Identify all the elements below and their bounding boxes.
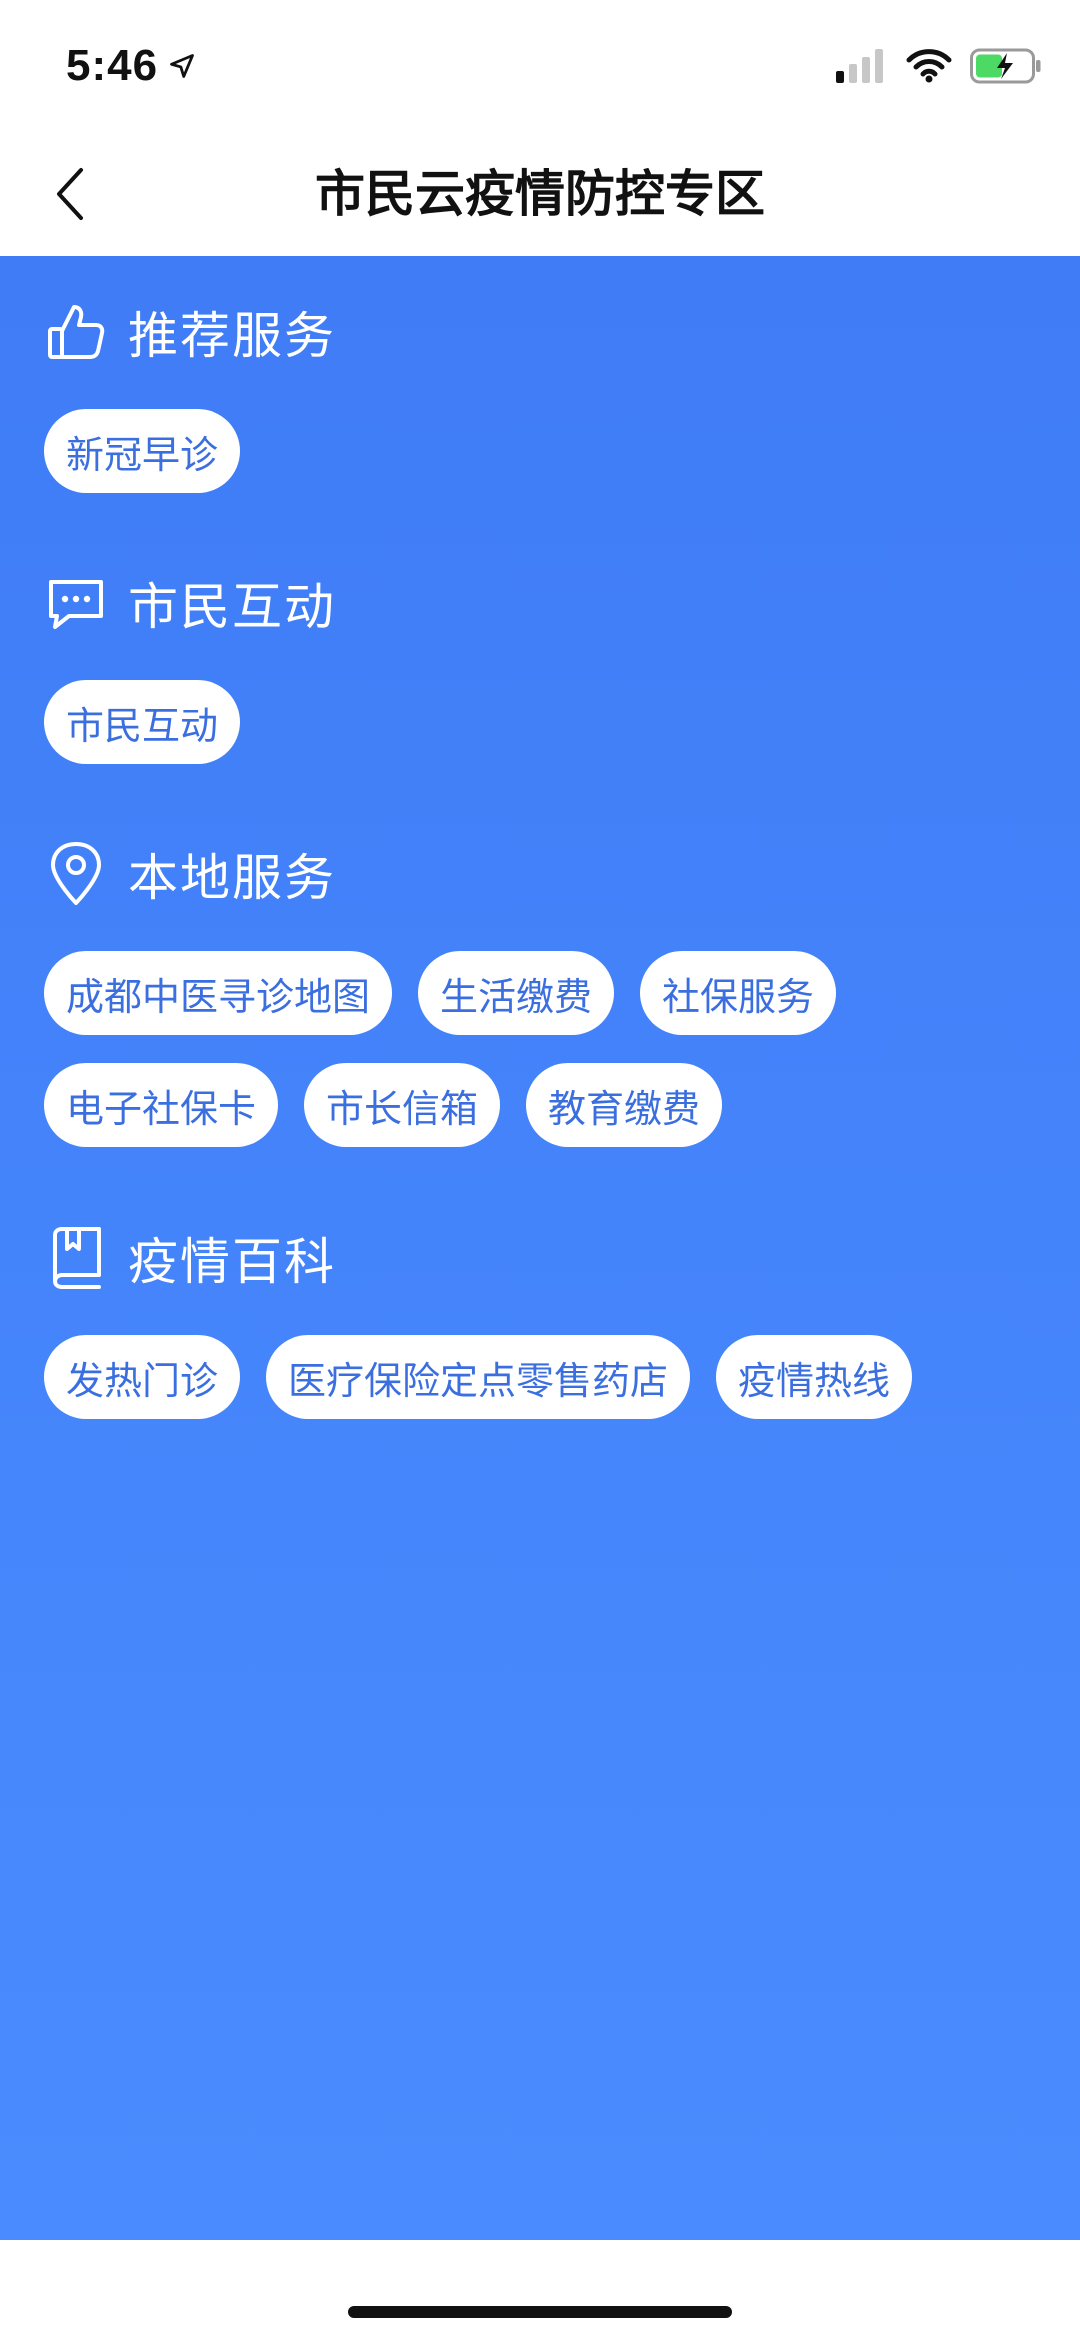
section-header: 本地服务 [44, 834, 1040, 914]
thumbs-up-icon [44, 300, 108, 364]
nav-bar: 市民云疫情防控专区 [0, 132, 1080, 256]
chip-e-social-security-card[interactable]: 电子社保卡 [44, 1063, 279, 1147]
section-local-services: 本地服务 成都中医寻诊地图 生活缴费 社保服务 电子社保卡 市长信箱 教育缴费 [44, 834, 1040, 1175]
home-indicator[interactable] [348, 2306, 732, 2318]
section-epidemic-encyclopedia: 疫情百科 发热门诊 医疗保险定点零售药店 疫情热线 [44, 1218, 1040, 1447]
chip-citizen-interaction[interactable]: 市民互动 [44, 680, 241, 764]
chat-bubble-icon [44, 571, 108, 635]
chip-list: 新冠早诊 [44, 409, 1040, 521]
chip-utility-payment[interactable]: 生活缴费 [418, 951, 615, 1035]
status-time-group: 5:46 [66, 38, 196, 94]
section-title: 疫情百科 [128, 1233, 336, 1291]
chip-early-diagnosis[interactable]: 新冠早诊 [44, 409, 241, 493]
section-header: 市民互动 [44, 563, 1040, 643]
section-title: 推荐服务 [128, 307, 336, 365]
chip-list: 成都中医寻诊地图 生活缴费 社保服务 电子社保卡 市长信箱 教育缴费 [44, 951, 1040, 1175]
wifi-icon [906, 49, 952, 83]
location-pin-icon [44, 842, 108, 906]
chip-fever-clinic[interactable]: 发热门诊 [44, 1335, 241, 1419]
battery-charging-icon [970, 48, 1041, 84]
chip-epidemic-hotline[interactable]: 疫情热线 [716, 1335, 913, 1419]
status-bar: 5:46 [0, 0, 1080, 132]
chip-tcm-clinic-map[interactable]: 成都中医寻诊地图 [44, 951, 393, 1035]
section-title: 市民互动 [128, 578, 336, 636]
main-content: 推荐服务 新冠早诊 市民互动 市民互动 本地服务 成都中医寻诊地图 生活缴费 社… [0, 256, 1080, 2240]
chip-list: 发热门诊 医疗保险定点零售药店 疫情热线 [44, 1335, 1040, 1447]
chevron-left-icon [57, 168, 83, 220]
status-icons [836, 42, 1042, 90]
section-title: 本地服务 [128, 849, 336, 907]
chip-social-security-service[interactable]: 社保服务 [640, 951, 837, 1035]
section-recommended-services: 推荐服务 新冠早诊 [44, 292, 1040, 521]
back-button[interactable] [30, 154, 110, 234]
book-icon [44, 1226, 108, 1290]
chip-insurance-pharmacy[interactable]: 医疗保险定点零售药店 [266, 1335, 691, 1419]
chip-education-payment[interactable]: 教育缴费 [526, 1063, 723, 1147]
page-title: 市民云疫情防控专区 [315, 165, 765, 223]
location-arrow-icon [170, 54, 194, 78]
chip-list: 市民互动 [44, 680, 1040, 792]
section-header: 推荐服务 [44, 292, 1040, 372]
section-header: 疫情百科 [44, 1218, 1040, 1298]
section-citizen-interaction: 市民互动 市民互动 [44, 563, 1040, 792]
status-time: 5:46 [66, 41, 159, 90]
bottom-bar [0, 2240, 1080, 2339]
chip-mayor-mailbox[interactable]: 市长信箱 [304, 1063, 501, 1147]
signal-icon [836, 49, 883, 83]
